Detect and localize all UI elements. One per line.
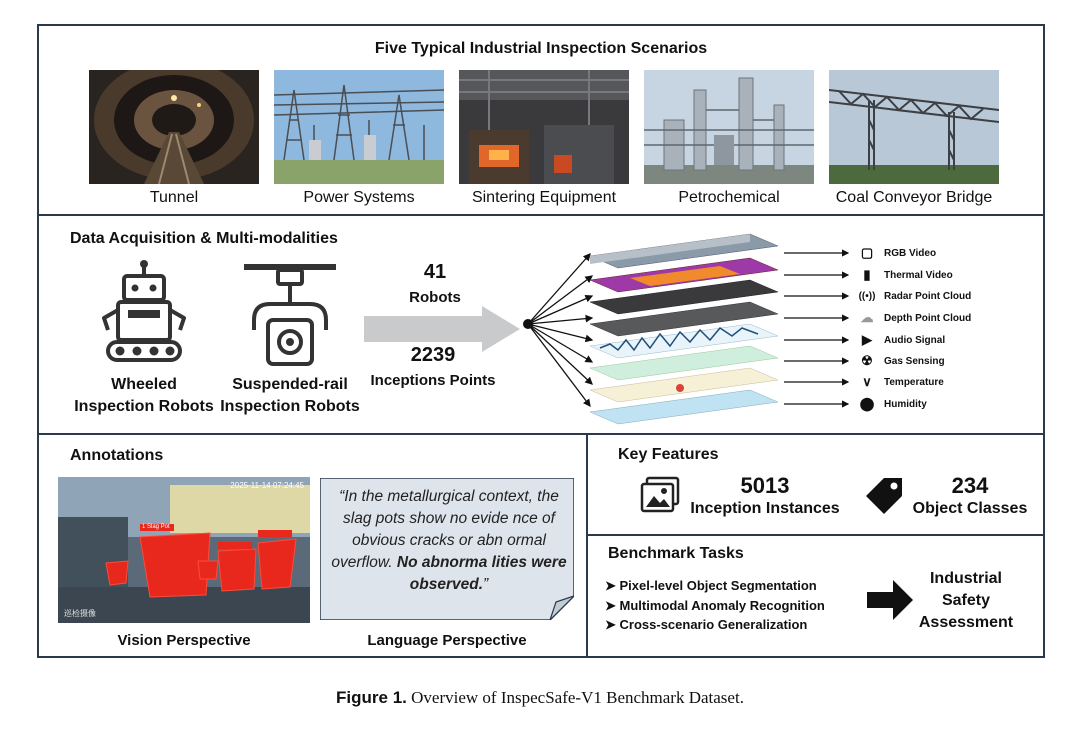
scenario-sintering-caption: Sintering Equipment: [471, 189, 617, 206]
outcome-line2: Safety: [941, 592, 991, 609]
images-icon: [640, 476, 680, 519]
arrow-bullet-icon: ➤: [605, 578, 620, 593]
video-camera-icon: ▢: [860, 245, 874, 260]
caption-label: Figure 1.: [336, 688, 407, 707]
scenario-petrochemical-caption: Petrochemical: [678, 189, 780, 206]
divider-right: [586, 534, 1045, 536]
modality-label: Humidity: [884, 398, 927, 410]
wheeled-robot-icon: [98, 258, 190, 375]
vision-annotation-image: 2025-11-14 07:24:45 1 Slag Pot 巡检摄像: [58, 477, 310, 623]
modality-label: Audio Signal: [884, 334, 946, 346]
modality-temperature: ∨ Temperature: [856, 373, 944, 391]
task-label: Pixel-level Object Segmentation: [619, 578, 817, 593]
task-label: Multimodal Anomaly Recognition: [619, 598, 825, 613]
acquisition-title: Data Acquisition & Multi-modalities: [70, 230, 338, 247]
arrow-bullet-icon: ➤: [605, 617, 620, 632]
modality-arrows: [784, 244, 854, 419]
vision-watermark: 巡检摄像: [64, 609, 96, 618]
cloud-icon: ☁: [860, 310, 874, 325]
modality-humidity: ⬤ Humidity: [856, 395, 927, 413]
flow-arrow-icon: [364, 306, 522, 357]
quote-bold: No abnorma lities were observed.: [396, 554, 567, 593]
modality-label: Radar Point Cloud: [884, 290, 972, 302]
modality-thermal-video: ▮ Thermal Video: [856, 266, 953, 284]
modality-audio: ▶ Audio Signal: [856, 331, 945, 349]
points-label: Inceptions Points: [370, 372, 496, 389]
quote-end: ”: [483, 576, 489, 593]
scenario-coal-caption: Coal Conveyor Bridge: [835, 189, 993, 206]
rail-robot-label: Suspended-rail Inspection Robots: [210, 374, 370, 418]
instances-count: 5013: [740, 473, 790, 498]
outcome-line3: Assessment: [918, 614, 1014, 631]
power-systems-photo: [274, 70, 444, 184]
safety-assessment-label: Industrial Safety Assessment: [906, 568, 1026, 634]
scenario-tunnel-caption: Tunnel: [149, 189, 199, 206]
wheeled-label-line2: Inspection Robots: [74, 398, 214, 415]
modality-radar: ((•)) Radar Point Cloud: [856, 287, 972, 305]
petrochemical-photo: [644, 70, 814, 184]
modality-label: Temperature: [884, 376, 944, 388]
divider-middle: [37, 433, 1045, 435]
figure-caption: Figure 1. Overview of InspecSafe-V1 Benc…: [0, 688, 1080, 708]
modality-label: Thermal Video: [884, 269, 953, 281]
arrow-bullet-icon: ➤: [605, 598, 620, 613]
benchmark-task-generalization: ➤ Cross-scenario Generalization: [605, 617, 807, 637]
tag-icon: [862, 474, 906, 523]
camera-icon: ▮: [863, 267, 871, 282]
vision-perspective-label: Vision Perspective: [117, 632, 251, 649]
annotations-title: Annotations: [70, 447, 164, 464]
robots-label: Robots: [409, 289, 461, 306]
vision-box-tag: 1 Slag Pot: [142, 524, 170, 530]
instances-label: Inception Instances: [690, 500, 840, 517]
modality-label: Gas Sensing: [884, 355, 945, 367]
modality-rgb-video: ▢ RGB Video: [856, 244, 936, 262]
key-features-title: Key Features: [618, 446, 719, 463]
rail-label-line1: Suspended-rail: [232, 376, 348, 393]
droplet-icon: ⬤: [859, 396, 875, 411]
tunnel-photo: [89, 70, 259, 184]
coal-conveyor-bridge-photo: [829, 70, 999, 184]
divider-top: [37, 214, 1045, 216]
vision-timestamp: 2025-11-14 07:24:45: [230, 481, 304, 490]
modality-gas: ☢ Gas Sensing: [856, 352, 945, 370]
benchmark-title: Benchmark Tasks: [608, 545, 744, 562]
scenario-power-caption: Power Systems: [303, 189, 415, 206]
task-label: Cross-scenario Generalization: [619, 617, 808, 632]
language-annotation-text: “In the metallurgical context, the slag …: [330, 486, 568, 596]
robots-count: 41: [423, 261, 447, 283]
wheeled-label-line1: Wheeled: [111, 376, 177, 393]
modality-label: Depth Point Cloud: [884, 312, 972, 324]
scenarios-title: Five Typical Industrial Inspection Scena…: [374, 40, 708, 57]
modality-label: RGB Video: [884, 247, 937, 259]
wheeled-robot-label: Wheeled Inspection Robots: [64, 374, 224, 418]
benchmark-task-anomaly: ➤ Multimodal Anomaly Recognition: [605, 598, 825, 618]
outcome-line1: Industrial: [929, 570, 1002, 587]
radar-icon: ((•)): [858, 290, 876, 302]
rail-label-line2: Inspection Robots: [220, 398, 360, 415]
suspended-rail-robot-icon: [242, 262, 338, 375]
caption-text: Overview of InspecSafe-V1 Benchmark Data…: [406, 688, 744, 707]
sintering-equipment-photo: [459, 70, 629, 184]
radiation-icon: ☢: [861, 353, 873, 368]
language-perspective-label: Language Perspective: [367, 632, 527, 649]
thermometer-icon: ∨: [862, 374, 872, 389]
modality-depth: ☁ Depth Point Cloud: [856, 309, 972, 327]
classes-label: Object Classes: [912, 500, 1028, 517]
classes-count: 234: [951, 473, 989, 498]
speaker-icon: ▶: [862, 332, 872, 347]
divider-vertical: [586, 433, 588, 658]
benchmark-task-segmentation: ➤ Pixel-level Object Segmentation: [605, 578, 817, 598]
